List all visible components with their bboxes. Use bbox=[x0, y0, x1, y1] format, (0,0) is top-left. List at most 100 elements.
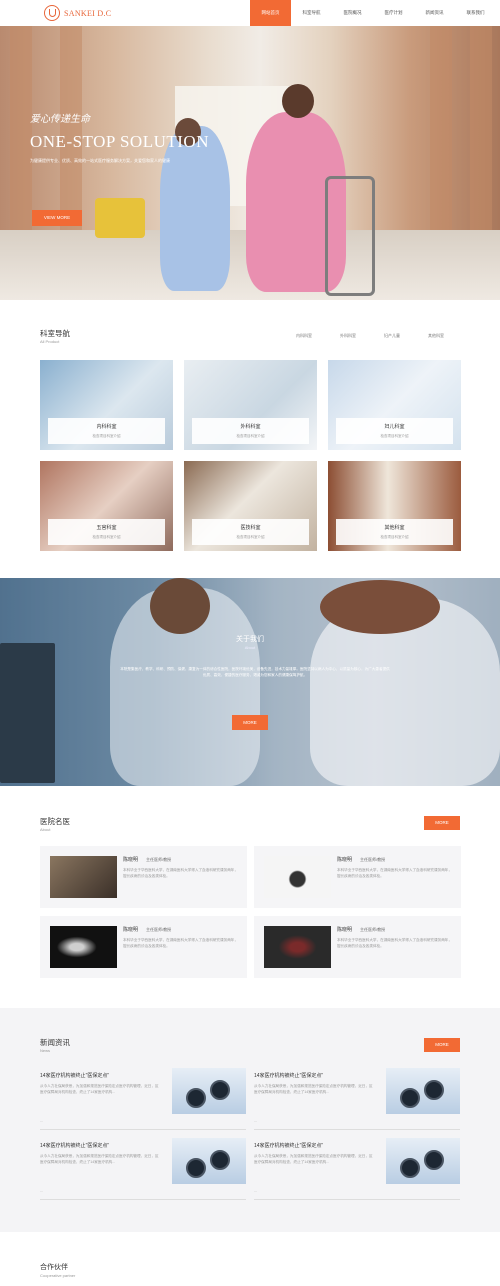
about-section: 关于我们 About 本院是集医疗、教学、科研、预防、保健、康复为一体的综合性医… bbox=[0, 578, 500, 786]
hero-view-more-button[interactable]: VIEW MORE bbox=[32, 210, 82, 226]
department-card[interactable]: 外科科室 检查项目科室介绍 bbox=[184, 360, 317, 450]
doctor-name: 陈晓明 bbox=[337, 927, 353, 933]
news-item-title: 14家医疗机构被终止"医保定点" bbox=[254, 1073, 324, 1079]
news-thumbnail bbox=[172, 1068, 246, 1114]
news-more-button[interactable]: MORE bbox=[424, 1038, 460, 1052]
department-card[interactable]: 医技科室 检查项目科室介绍 bbox=[184, 461, 317, 551]
department-tabs: 内科科室 外科科室 妇产儿童 其他科室 bbox=[282, 333, 458, 339]
doctor-role: 主任医师/教授 bbox=[146, 927, 172, 932]
about-more-button[interactable]: MORE bbox=[232, 715, 268, 730]
news-item[interactable]: 14家医疗机构被终止"医保定点" 从今人力社保局获悉，为加强和规范医疗保险定点医… bbox=[254, 1138, 460, 1200]
microscope-lens bbox=[400, 1088, 420, 1108]
card-name: 五官科室 bbox=[96, 525, 117, 531]
nav-item-contact[interactable]: 联系我们 bbox=[455, 0, 496, 26]
news-item[interactable]: 14家医疗机构被终止"医保定点" 从今人力社保局获悉，为加强和规范医疗保险定点医… bbox=[254, 1068, 460, 1130]
news-item-desc: 从今人力社保局获悉，为加强和规范医疗保险定点医疗机构管理，近日，区医疗保障局对机… bbox=[254, 1154, 373, 1164]
news-item-more: ... bbox=[254, 1188, 258, 1193]
card-name: 外科科室 bbox=[240, 424, 261, 430]
about-subtitle: About bbox=[244, 645, 256, 650]
microscope-lens bbox=[186, 1088, 206, 1108]
nav-item-news[interactable]: 新闻资讯 bbox=[414, 0, 455, 26]
doctor-name: 陈晓明 bbox=[123, 927, 139, 933]
tab-other[interactable]: 其他科室 bbox=[414, 333, 458, 339]
partners-subtitle: Cooperative partner bbox=[40, 1273, 76, 1278]
news-item-desc: 从今人力社保局获悉，为加强和规范医疗保险定点医疗机构管理，近日，区医疗保障局对机… bbox=[40, 1084, 159, 1094]
card-name: 内科科室 bbox=[96, 424, 117, 430]
main-nav: 网站首页 科室导航 医院概况 医疗计划 新闻资讯 联系我们 bbox=[250, 0, 496, 26]
doctors-more-button[interactable]: MORE bbox=[424, 816, 460, 830]
patient-head bbox=[282, 84, 314, 118]
card-label: 五官科室 检查项目科室介绍 bbox=[48, 519, 165, 545]
doctor-head bbox=[150, 578, 210, 634]
department-card[interactable]: 其他科室 检查项目科室介绍 bbox=[328, 461, 461, 551]
news-thumbnail bbox=[172, 1138, 246, 1184]
doctor-desc: 本科毕业于华西医科大学，在湖南医科大学得入了血液科研究课务两年，擅长疾病的诊治及… bbox=[337, 868, 452, 878]
doctor-photo bbox=[50, 856, 117, 898]
card-name: 医技科室 bbox=[240, 525, 261, 531]
departments-title: 科室导航 bbox=[40, 329, 70, 338]
card-name: 妇儿科室 bbox=[384, 424, 405, 430]
about-text: 本院是集医疗、教学、科研、预防、保健、康复为一体的综合性医院，医院环境优美，设备… bbox=[120, 667, 390, 677]
news-subtitle: News bbox=[40, 1048, 51, 1053]
hero-banner: 爱心传递生命 ONE-STOP SOLUTION 为健康提供专业、优质、高效的一… bbox=[0, 26, 500, 300]
microscope-lens bbox=[210, 1150, 230, 1170]
doctor-name: 陈晓明 bbox=[337, 857, 353, 863]
yellow-chair bbox=[95, 198, 145, 238]
doctors-title: 医院名医 bbox=[40, 817, 70, 826]
card-desc: 检查项目科室介绍 bbox=[236, 535, 265, 539]
monitor-shape bbox=[0, 643, 55, 783]
doctor-card[interactable]: 陈晓明 主任医师/教授 本科毕业于华西医科大学，在湖南医科大学得入了血液科研究课… bbox=[254, 846, 461, 908]
news-item-more: ... bbox=[40, 1188, 44, 1193]
news-item[interactable]: 14家医疗机构被终止"医保定点" 从今人力社保局获悉，为加强和规范医疗保险定点医… bbox=[40, 1068, 246, 1130]
doctor-desc: 本科毕业于华西医科大学，在湖南医科大学得入了血液科研究课务两年，擅长疾病的诊治及… bbox=[337, 938, 452, 948]
card-desc: 检查项目科室介绍 bbox=[380, 535, 409, 539]
news-title: 新闻资讯 bbox=[40, 1038, 70, 1047]
news-item[interactable]: 14家医疗机构被终止"医保定点" 从今人力社保局获悉，为加强和规范医疗保险定点医… bbox=[40, 1138, 246, 1200]
hero-tagline: 爱心传递生命 bbox=[30, 114, 90, 125]
microscope-lens bbox=[424, 1150, 444, 1170]
news-thumbnail bbox=[386, 1138, 460, 1184]
nav-item-home[interactable]: 网站首页 bbox=[250, 0, 291, 26]
news-item-more: ... bbox=[254, 1118, 258, 1123]
logo[interactable]: SANKEI D.C bbox=[44, 5, 111, 21]
microscope-lens bbox=[400, 1158, 420, 1178]
tab-surgery[interactable]: 外科科室 bbox=[326, 333, 370, 339]
card-desc: 检查项目科室介绍 bbox=[236, 434, 265, 438]
logo-icon bbox=[44, 5, 60, 21]
card-label: 医技科室 检查项目科室介绍 bbox=[192, 519, 309, 545]
news-item-more: ... bbox=[40, 1118, 44, 1123]
microscope-lens bbox=[186, 1158, 206, 1178]
tab-internal[interactable]: 内科科室 bbox=[282, 333, 326, 339]
nav-item-plans[interactable]: 医疗计划 bbox=[373, 0, 414, 26]
doctor-role: 主任医师/教授 bbox=[360, 927, 386, 932]
nav-item-departments[interactable]: 科室导航 bbox=[291, 0, 332, 26]
microscope-lens bbox=[424, 1080, 444, 1100]
department-card[interactable]: 妇儿科室 检查项目科室介绍 bbox=[328, 360, 461, 450]
hero-subtitle: 为健康提供专业、优质、高效的一站式医疗服务解决方案，关爱您和家人的健康 bbox=[30, 158, 170, 163]
doctor-desc: 本科毕业于华西医科大学，在湖南医科大学得入了血液科研究课务两年，擅长疾病的诊治及… bbox=[123, 868, 238, 878]
doctor-desc: 本科毕业于华西医科大学，在湖南医科大学得入了血液科研究课务两年，擅长疾病的诊治及… bbox=[123, 938, 238, 948]
doctor-card[interactable]: 陈晓明 主任医师/教授 本科毕业于华西医科大学，在湖南医科大学得入了血液科研究课… bbox=[254, 916, 461, 978]
card-label: 内科科室 检查项目科室介绍 bbox=[48, 418, 165, 444]
department-card[interactable]: 五官科室 检查项目科室介绍 bbox=[40, 461, 173, 551]
card-desc: 检查项目科室介绍 bbox=[92, 434, 121, 438]
department-card[interactable]: 内科科室 检查项目科室介绍 bbox=[40, 360, 173, 450]
tab-maternity[interactable]: 妇产儿童 bbox=[370, 333, 414, 339]
doctor-photo bbox=[50, 926, 117, 968]
doctors-subtitle: About bbox=[40, 827, 51, 832]
card-label: 外科科室 检查项目科室介绍 bbox=[192, 418, 309, 444]
card-label: 其他科室 检查项目科室介绍 bbox=[336, 519, 453, 545]
doctor-photo bbox=[264, 856, 331, 898]
doctor-name: 陈晓明 bbox=[123, 857, 139, 863]
doctor-card[interactable]: 陈晓明 主任医师/教授 本科毕业于华西医科大学，在湖南医科大学得入了血液科研究课… bbox=[40, 846, 247, 908]
nav-item-overview[interactable]: 医院概况 bbox=[332, 0, 373, 26]
news-item-title: 14家医疗机构被终止"医保定点" bbox=[40, 1073, 110, 1079]
news-thumbnail bbox=[386, 1068, 460, 1114]
hero-title: ONE-STOP SOLUTION bbox=[30, 132, 209, 151]
departments-subtitle: All Product bbox=[40, 339, 60, 344]
card-label: 妇儿科室 检查项目科室介绍 bbox=[336, 418, 453, 444]
news-item-desc: 从今人力社保局获悉，为加强和规范医疗保险定点医疗机构管理，近日，区医疗保障局对机… bbox=[254, 1084, 373, 1094]
card-desc: 检查项目科室介绍 bbox=[380, 434, 409, 438]
doctor-card[interactable]: 陈晓明 主任医师/教授 本科毕业于华西医科大学，在湖南医科大学得入了血液科研究课… bbox=[40, 916, 247, 978]
doctor-photo bbox=[264, 926, 331, 968]
